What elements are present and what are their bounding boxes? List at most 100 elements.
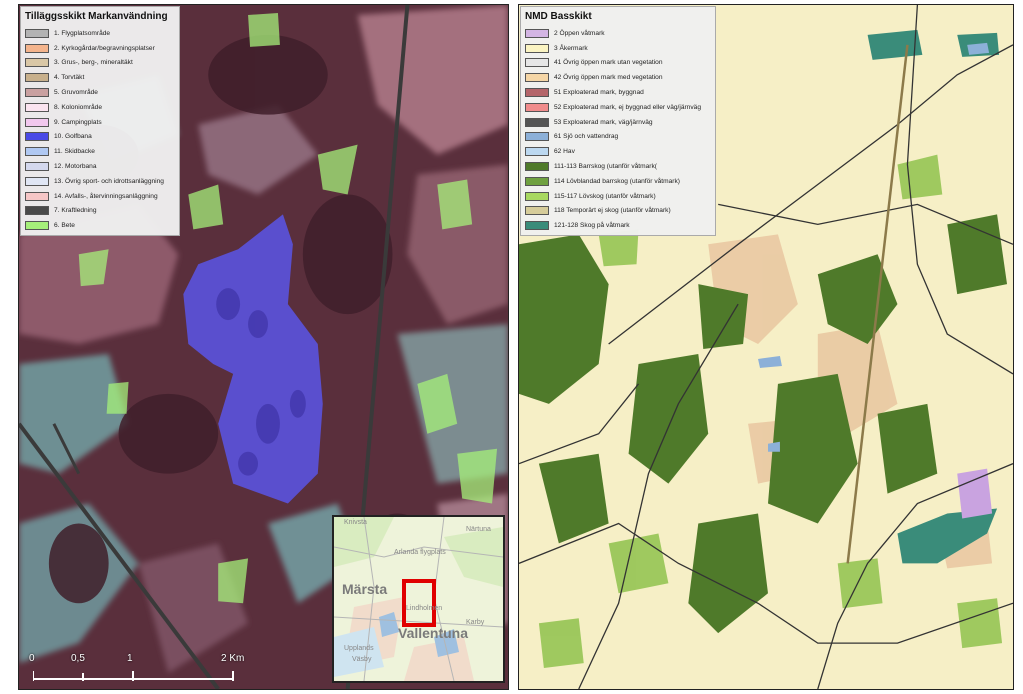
legend-swatch bbox=[525, 191, 549, 201]
inset-label-vasby: Väsby bbox=[352, 656, 372, 663]
legend-label: 118 Temporärt ej skog (utanför våtmark) bbox=[554, 207, 671, 215]
legend-label: 62 Hav bbox=[554, 148, 575, 156]
legend-label: 61 Sjö och vattendrag bbox=[554, 133, 619, 141]
legend-item: 11. Skidbacke bbox=[25, 144, 173, 159]
scale-tick-0: 0 bbox=[29, 653, 35, 664]
legend-label: 114 Lövblandad barrskog (utanför våtmark… bbox=[554, 177, 680, 185]
legend-swatch bbox=[25, 102, 49, 112]
legend-swatch bbox=[25, 132, 49, 142]
inset-label-knivsta: Knivsta bbox=[344, 519, 367, 526]
left-map-panel[interactable]: Tilläggsskikt Markanvändning 1. Flygplat… bbox=[18, 4, 509, 690]
legend-swatch bbox=[25, 88, 49, 98]
legend-label: 13. Övrig sport- och idrottsanläggning bbox=[54, 177, 164, 185]
legend-swatch bbox=[25, 191, 49, 201]
legend-swatch bbox=[25, 43, 49, 53]
legend-item: 121-128 Skog på våtmark bbox=[525, 218, 709, 233]
legend-item: 118 Temporärt ej skog (utanför våtmark) bbox=[525, 204, 709, 219]
legend-label: 51 Exploaterad mark, byggnad bbox=[554, 89, 644, 97]
legend-label: 121-128 Skog på våtmark bbox=[554, 222, 630, 230]
locator-inset-map[interactable]: Knivsta Närtuna Arlanda flygplats Märsta… bbox=[332, 515, 505, 683]
legend-item: 2 Öppen våtmark bbox=[525, 26, 709, 41]
legend-item: 62 Hav bbox=[525, 144, 709, 159]
legend-label: 4. Torvtäkt bbox=[54, 74, 85, 82]
legend-item: 5. Gruvområde bbox=[25, 85, 173, 100]
legend-swatch bbox=[25, 28, 49, 38]
legend-label: 52 Exploaterad mark, ej byggnad eller vä… bbox=[554, 103, 701, 111]
legend-title: Tilläggsskikt Markanvändning bbox=[25, 11, 168, 22]
legend-item: 41 Övrig öppen mark utan vegetation bbox=[525, 56, 709, 71]
legend-item: 9. Campingplats bbox=[25, 115, 173, 130]
legend-label: 3 Åkermark bbox=[554, 44, 588, 52]
legend-swatch bbox=[25, 162, 49, 172]
right-map-legend: NMD Basskikt 2 Öppen våtmark 3 Åkermark 41… bbox=[520, 6, 716, 237]
legend-label: 115-117 Lövskog (utanför våtmark) bbox=[554, 192, 656, 200]
legend-item: 114 Lövblandad barrskog (utanför våtmark… bbox=[525, 174, 709, 189]
legend-item: 12. Motorbana bbox=[25, 159, 173, 174]
legend-item: 14. Avfalls-, återvinningsanläggning bbox=[25, 189, 173, 204]
legend-item: 53 Exploaterad mark, väg/järnväg bbox=[525, 115, 709, 130]
legend-swatch bbox=[525, 73, 549, 83]
legend-label: 41 Övrig öppen mark utan vegetation bbox=[554, 59, 663, 67]
legend-item: 10. Golfbana bbox=[25, 130, 173, 145]
legend-swatch bbox=[525, 147, 549, 157]
legend-swatch bbox=[525, 88, 549, 98]
legend-label: 7. Kraftledning bbox=[54, 207, 97, 215]
scale-bar-graphic bbox=[33, 671, 234, 681]
legend-item: 42 Övrig öppen mark med vegetation bbox=[525, 70, 709, 85]
legend-item: 6. Bete bbox=[25, 218, 173, 233]
scale-bar: 0 0,5 1 2 Km bbox=[29, 653, 259, 687]
right-map-panel[interactable]: NMD Basskikt 2 Öppen våtmark 3 Åkermark 41… bbox=[518, 4, 1014, 690]
legend-label: 2. Kyrkogårdar/begravningsplatser bbox=[54, 44, 155, 52]
inset-label-arlanda: Arlanda flygplats bbox=[394, 549, 446, 556]
legend-label: 2 Öppen våtmark bbox=[554, 29, 605, 37]
legend-swatch bbox=[25, 176, 49, 186]
legend-label: 1. Flygplatsområde bbox=[54, 29, 111, 37]
legend-item: 7. Kraftledning bbox=[25, 204, 173, 219]
legend-item: 111-113 Barrskog (utanför våtmark( bbox=[525, 159, 709, 174]
legend-label: 5. Gruvområde bbox=[54, 89, 98, 97]
legend-item: 13. Övrig sport- och idrottsanläggning bbox=[25, 174, 173, 189]
legend-label: 10. Golfbana bbox=[54, 133, 92, 141]
inset-label-vallentuna: Vallentuna bbox=[398, 625, 469, 641]
legend-item: 3 Åkermark bbox=[525, 41, 709, 56]
legend-item: 51 Exploaterad mark, byggnad bbox=[525, 85, 709, 100]
legend-swatch bbox=[25, 117, 49, 127]
legend-swatch bbox=[525, 176, 549, 186]
legend-swatch bbox=[525, 43, 549, 53]
legend-label: 11. Skidbacke bbox=[54, 148, 95, 156]
legend-swatch bbox=[525, 221, 549, 231]
legend-swatch bbox=[25, 206, 49, 216]
legend-swatch bbox=[525, 117, 549, 127]
legend-label: 6. Bete bbox=[54, 222, 75, 230]
legend-swatch bbox=[25, 73, 49, 83]
legend-title: NMD Basskikt bbox=[525, 11, 592, 22]
legend-label: 14. Avfalls-, återvinningsanläggning bbox=[54, 192, 158, 200]
legend-item: 3. Grus-, berg-, mineraltäkt bbox=[25, 56, 173, 71]
inset-label-nartuna: Närtuna bbox=[466, 526, 491, 533]
legend-swatch bbox=[25, 221, 49, 231]
legend-label: 111-113 Barrskog (utanför våtmark( bbox=[554, 163, 657, 171]
legend-item: 1. Flygplatsområde bbox=[25, 26, 173, 41]
legend-swatch bbox=[25, 58, 49, 68]
legend-label: 9. Campingplats bbox=[54, 118, 102, 126]
legend-item: 52 Exploaterad mark, ej byggnad eller vä… bbox=[525, 100, 709, 115]
inset-label-lindholmen: Lindholmen bbox=[406, 605, 443, 612]
legend-label: 3. Grus-, berg-, mineraltäkt bbox=[54, 59, 133, 67]
legend-item: 115-117 Lövskog (utanför våtmark) bbox=[525, 189, 709, 204]
legend-swatch bbox=[525, 206, 549, 216]
legend-item: 61 Sjö och vattendrag bbox=[525, 130, 709, 145]
scale-tick-05: 0,5 bbox=[71, 653, 85, 664]
legend-label: 12. Motorbana bbox=[54, 163, 97, 171]
inset-label-karby: Karby bbox=[466, 619, 485, 626]
legend-swatch bbox=[525, 28, 549, 38]
scale-tick-1: 1 bbox=[127, 653, 133, 664]
legend-swatch bbox=[525, 162, 549, 172]
legend-label: 42 Övrig öppen mark med vegetation bbox=[554, 74, 663, 82]
legend-swatch bbox=[525, 132, 549, 142]
legend-swatch bbox=[25, 147, 49, 157]
inset-label-upplands: Upplands bbox=[344, 645, 374, 652]
legend-swatch bbox=[525, 58, 549, 68]
left-map-legend: Tilläggsskikt Markanvändning 1. Flygplat… bbox=[20, 6, 180, 237]
legend-item: 4. Torvtäkt bbox=[25, 70, 173, 85]
inset-label-marsta: Märsta bbox=[342, 581, 388, 597]
